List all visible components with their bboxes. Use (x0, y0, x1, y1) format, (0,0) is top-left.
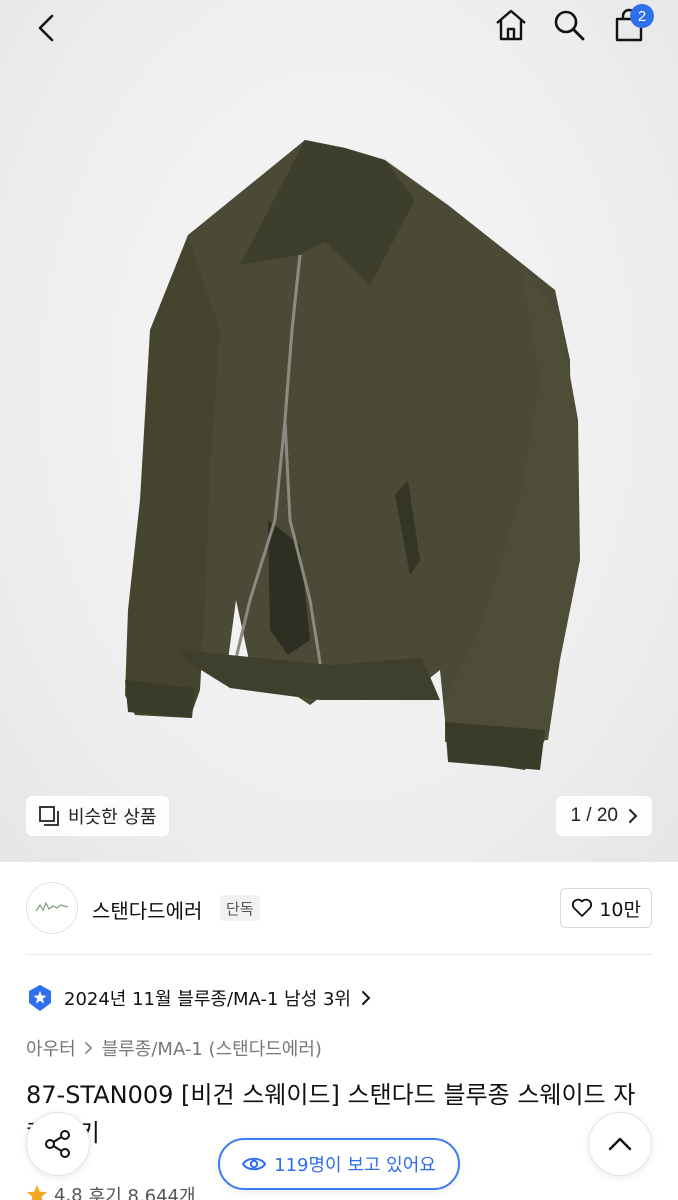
breadcrumb-category[interactable]: 블루종/MA-1 (스탠다드에러) (102, 1035, 322, 1061)
star-icon (27, 1185, 47, 1200)
rating-summary[interactable]: 4.8 후기 8,644개 (26, 1182, 196, 1200)
breadcrumb-outer[interactable]: 아우터 (26, 1035, 76, 1061)
chevron-right-icon (629, 809, 638, 823)
divider (26, 954, 652, 955)
product-image-gallery[interactable]: 2 비슷한 상품 1 / 20 (0, 0, 678, 862)
brand-logo[interactable] (26, 882, 78, 934)
brand-row: 스탠다드에러 단독 10만 (0, 862, 678, 954)
similar-products-button[interactable]: 비슷한 상품 (26, 796, 169, 836)
share-icon (45, 1130, 70, 1158)
heart-icon (572, 898, 593, 917)
brand-logo-mark (35, 901, 69, 912)
chevron-right-icon (84, 1042, 92, 1054)
chevron-left-icon (38, 14, 54, 42)
review-count: 후기 8,644개 (88, 1186, 196, 1200)
scroll-to-top-button[interactable] (588, 1112, 652, 1176)
like-button[interactable]: 10만 (560, 888, 652, 928)
cart-count-badge: 2 (630, 4, 654, 28)
image-counter-button[interactable]: 1 / 20 (556, 796, 652, 836)
image-counter-text: 1 / 20 (570, 805, 618, 826)
product-image (125, 140, 580, 770)
search-button[interactable] (548, 4, 590, 46)
viewers-indicator[interactable]: 119명이 보고 있어요 (218, 1138, 460, 1190)
rating-value: 4.8 (54, 1184, 83, 1200)
breadcrumb: 아우터 블루종/MA-1 (스탠다드에러) (26, 1034, 322, 1062)
brand-name-link[interactable]: 스탠다드에러 (92, 895, 202, 924)
top-navigation-bar: 2 (0, 0, 678, 56)
chevron-up-icon (608, 1137, 632, 1151)
home-icon (496, 9, 526, 41)
rank-badge-icon (29, 985, 51, 1011)
similar-items-icon (39, 806, 59, 826)
cart-button[interactable]: 2 (606, 4, 654, 46)
home-button[interactable] (490, 4, 532, 46)
exclusive-badge: 단독 (220, 895, 260, 921)
chevron-right-icon (362, 991, 371, 1005)
eye-icon (242, 1157, 267, 1171)
viewers-text: 119명이 보고 있어요 (274, 1155, 436, 1176)
similar-products-label: 비슷한 상품 (68, 807, 157, 828)
back-button[interactable] (26, 8, 66, 48)
search-icon (554, 10, 585, 41)
ranking-link[interactable]: 2024년 11월 블루종/MA-1 남성 3위 (26, 982, 371, 1014)
share-button[interactable] (26, 1112, 90, 1176)
ranking-text: 2024년 11월 블루종/MA-1 남성 3위 (64, 989, 351, 1010)
like-count: 10만 (599, 898, 641, 921)
